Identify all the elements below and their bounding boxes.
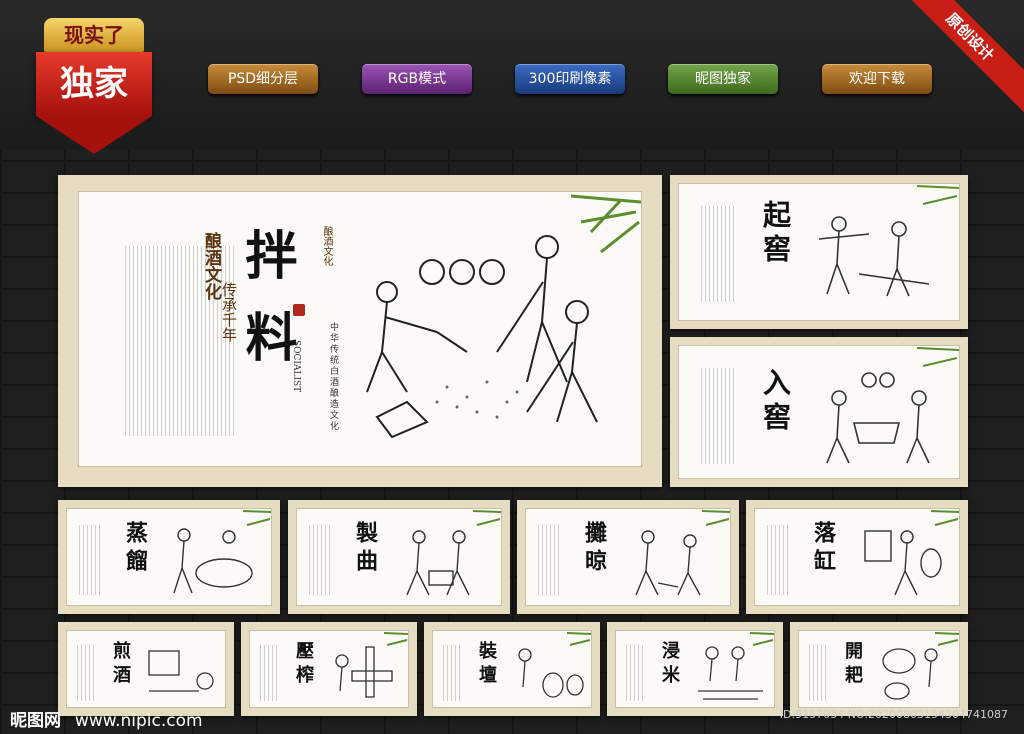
panel-title: 壓榨 [293,641,314,689]
bamboo-decoration [934,632,959,646]
bamboo-decoration [383,632,408,646]
paragraph-text [79,525,103,595]
panel-title: 製曲 [352,521,378,577]
paragraph-text [767,525,791,595]
panel-qijiao[interactable]: 起窖 [670,175,968,329]
panel-title: 攤晾 [581,521,607,577]
panel-jianjiu[interactable]: 煎酒 [58,622,234,716]
panel-illustration [864,530,942,596]
panel-yazha[interactable]: 壓榨 [241,622,417,716]
panel-zhiqu[interactable]: 製曲 [288,500,510,614]
panel-illustration [173,528,253,594]
panel-illustration [406,530,470,596]
bamboo-decoration [930,510,959,526]
panel-jinmi[interactable]: 浸米 [607,622,783,716]
panel-illustration [148,650,214,692]
paragraph-text [701,368,737,464]
paragraph-text [260,645,280,701]
paragraph-text [701,206,737,302]
panel-title: 蒸餾 [122,521,148,577]
panel-illustration [635,530,701,596]
panel-title: 起窖 [759,200,792,268]
paragraph-text [77,645,97,701]
bamboo-decoration [566,632,591,646]
welcome-download-button[interactable]: 欢迎下载 [822,64,932,94]
badge-main-label: 独家 [36,52,152,116]
nipic-watermark: 昵图网 www.nipic.com [10,706,203,731]
panel-illustration [818,216,930,297]
paragraph-text [626,645,646,701]
bamboo-decoration [701,510,730,526]
paragraph-text [538,525,562,595]
main-title-char-1: 拌 [236,228,297,286]
panel-title: 落缸 [810,521,836,577]
panel-tanliang[interactable]: 攤晾 [517,500,739,614]
bamboo-decoration [749,632,774,646]
bamboo-decoration [916,347,959,367]
panel-title: 煎酒 [110,641,131,689]
nipic-url: www.nipic.com [74,711,203,731]
print-dpi-button[interactable]: 300印刷像素 [515,64,625,94]
bamboo-decoration [916,185,959,205]
paragraph-text [809,645,829,701]
rgb-mode-button[interactable]: RGB模式 [362,64,472,94]
socialist-label: SOCIALIST [291,340,301,393]
panel-title: 浸米 [659,641,680,689]
panel-title: 裝壇 [476,641,497,689]
bamboo-decoration [570,194,641,254]
main-panel[interactable]: 酿酒文化 传承千年 拌 料 酿酒文化 SOCIALIST 中华传统白酒酿造文化 [58,175,662,487]
panel-title: 開耙 [842,641,863,689]
paragraph-text [309,525,333,595]
nipic-exclusive-button[interactable]: 昵图独家 [668,64,778,94]
panel-kaipa[interactable]: 開耙 [790,622,968,716]
paragraph-text [443,645,463,701]
psd-layers-button[interactable]: PSD细分层 [208,64,318,94]
image-id-watermark: ID:9157034 NO:20200803154304741087 [779,708,1008,721]
panel-luogang[interactable]: 落缸 [746,500,968,614]
badge-top-label: 现实了 [44,18,144,52]
panel-zhengliu[interactable]: 蒸餾 [58,500,280,614]
red-seal [293,304,305,316]
bamboo-decoration [242,510,271,526]
panel-illustration [826,372,930,464]
panel-zhuangtan[interactable]: 裝壇 [424,622,600,716]
badge-tip [36,116,152,154]
panel-rujiao[interactable]: 入窖 [670,337,968,487]
small-tag: 酿酒文化 [321,226,332,266]
nipic-logo-text: 昵图网 [10,711,61,731]
panel-title: 入窖 [759,368,792,436]
bamboo-decoration [472,510,501,526]
